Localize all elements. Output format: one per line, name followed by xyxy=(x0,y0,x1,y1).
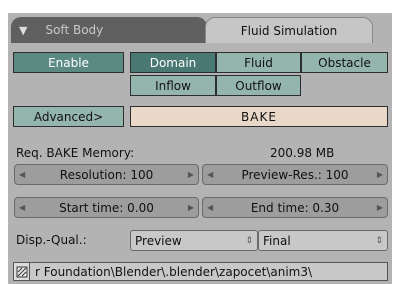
increment-arrow-icon[interactable]: ▶ xyxy=(377,170,383,179)
updown-arrows-icon: ⇕ xyxy=(245,235,253,246)
updown-arrows-icon: ⇕ xyxy=(375,235,383,246)
bake-path-value: r Foundation\Blender\.blender\zapocet\an… xyxy=(35,264,313,279)
collapse-triangle-icon[interactable]: ▼ xyxy=(19,24,27,37)
decrement-arrow-icon[interactable]: ◀ xyxy=(207,203,213,212)
viewport-quality-select[interactable]: Preview ⇕ xyxy=(130,230,258,251)
decrement-arrow-icon[interactable]: ◀ xyxy=(19,170,25,179)
req-memory-value: 200.98 MB xyxy=(270,146,335,160)
outflow-button[interactable]: Outflow xyxy=(216,75,301,96)
increment-arrow-icon[interactable]: ▶ xyxy=(188,203,194,212)
inflow-button[interactable]: Inflow xyxy=(130,75,216,96)
tab-soft-body[interactable]: ▼ Soft Body xyxy=(11,17,207,43)
preview-res-value: Preview-Res.: 100 xyxy=(241,167,349,182)
decrement-arrow-icon[interactable]: ◀ xyxy=(207,170,213,179)
render-quality-select[interactable]: Final ⇕ xyxy=(258,230,388,251)
tab-fluid-simulation[interactable]: Fluid Simulation xyxy=(205,17,373,43)
viewport-quality-value: Preview xyxy=(135,233,182,248)
bake-path-field[interactable]: r Foundation\Blender\.blender\zapocet\an… xyxy=(13,262,388,281)
req-memory-label: Req. BAKE Memory: xyxy=(16,146,135,160)
end-time-value: End time: 0.30 xyxy=(250,200,340,215)
increment-arrow-icon[interactable]: ▶ xyxy=(188,170,194,179)
start-time-field[interactable]: ◀ Start time: 0.00 ▶ xyxy=(14,197,199,218)
domain-button[interactable]: Domain xyxy=(130,52,216,73)
resolution-value: Resolution: 100 xyxy=(59,167,154,182)
obstacle-button[interactable]: Obstacle xyxy=(301,52,388,73)
enable-button[interactable]: Enable xyxy=(13,52,124,73)
render-quality-value: Final xyxy=(263,233,291,248)
tab-fluid-simulation-label: Fluid Simulation xyxy=(240,23,338,38)
fluid-button[interactable]: Fluid xyxy=(216,52,301,73)
resolution-field[interactable]: ◀ Resolution: 100 ▶ xyxy=(14,164,199,185)
increment-arrow-icon[interactable]: ▶ xyxy=(377,203,383,212)
disp-qual-label: Disp.-Qual.: xyxy=(16,233,87,247)
advanced-button[interactable]: Advanced> xyxy=(13,106,124,127)
preview-res-field[interactable]: ◀ Preview-Res.: 100 ▶ xyxy=(202,164,388,185)
decrement-arrow-icon[interactable]: ◀ xyxy=(19,203,25,212)
end-time-field[interactable]: ◀ End time: 0.30 ▶ xyxy=(202,197,388,218)
bake-button[interactable]: BAKE xyxy=(130,106,388,127)
folder-browse-icon[interactable] xyxy=(14,263,30,280)
start-time-value: Start time: 0.00 xyxy=(59,200,154,215)
tab-soft-body-label: Soft Body xyxy=(45,23,104,37)
